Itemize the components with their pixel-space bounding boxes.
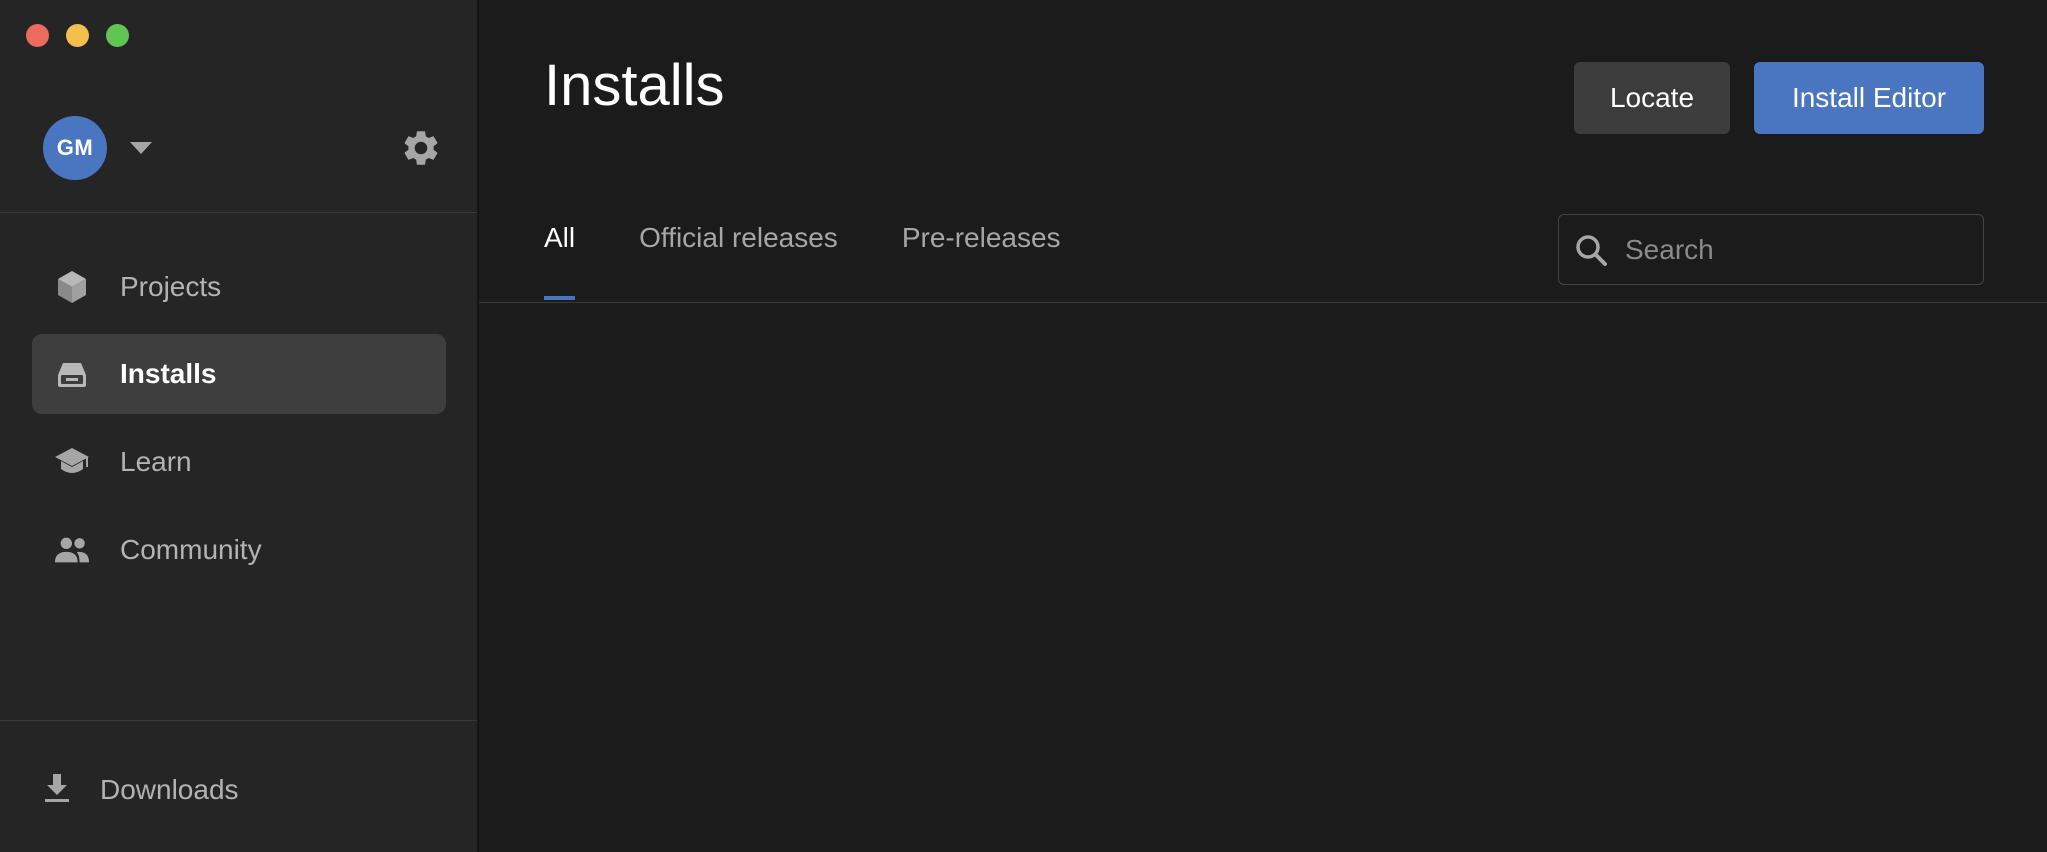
sidebar: GM Projects Installs Learn Community Dow… <box>0 0 479 852</box>
people-icon <box>54 532 90 568</box>
tab-official-releases[interactable]: Official releases <box>639 222 838 302</box>
gear-icon[interactable] <box>400 127 442 169</box>
sidebar-item-learn[interactable]: Learn <box>32 422 446 502</box>
sidebar-item-label: Learn <box>120 446 192 477</box>
page-title: Installs <box>544 53 725 118</box>
tab-all[interactable]: All <box>544 222 576 302</box>
sidebar-item-community[interactable]: Community <box>32 510 446 590</box>
user-avatar[interactable]: GM <box>43 116 107 180</box>
downloads-label: Downloads <box>100 774 239 805</box>
search-input[interactable] <box>1625 233 1986 266</box>
window-close-button[interactable] <box>26 24 49 47</box>
downloads-button[interactable]: Downloads <box>44 760 239 820</box>
tab-pre-releases[interactable]: Pre-releases <box>902 222 1061 302</box>
window-zoom-button[interactable] <box>106 24 129 47</box>
tab-bar: All Official releases Pre-releases <box>544 222 1061 302</box>
search-box[interactable] <box>1558 214 1986 285</box>
main-panel: Installs Locate Install Editor All Offic… <box>479 0 2047 852</box>
locate-button[interactable]: Locate <box>1574 62 1730 134</box>
app-window: GM Projects Installs Learn Community Dow… <box>0 0 2047 852</box>
chevron-down-icon[interactable] <box>130 138 152 158</box>
sidebar-item-label: Installs <box>120 358 217 389</box>
search-icon <box>1575 233 1607 267</box>
sidebar-item-label: Projects <box>120 271 222 302</box>
sidebar-divider <box>0 720 477 721</box>
sidebar-item-installs[interactable]: Installs <box>32 334 446 414</box>
download-icon <box>44 773 70 808</box>
graduation-cap-icon <box>54 444 90 480</box>
cube-icon <box>54 269 90 305</box>
window-minimize-button[interactable] <box>66 24 89 47</box>
sidebar-item-projects[interactable]: Projects <box>32 247 446 327</box>
sidebar-item-label: Community <box>120 534 262 565</box>
sidebar-divider <box>0 212 477 213</box>
install-editor-button[interactable]: Install Editor <box>1754 62 1984 134</box>
drive-icon <box>54 356 90 392</box>
installs-list <box>479 303 2047 852</box>
